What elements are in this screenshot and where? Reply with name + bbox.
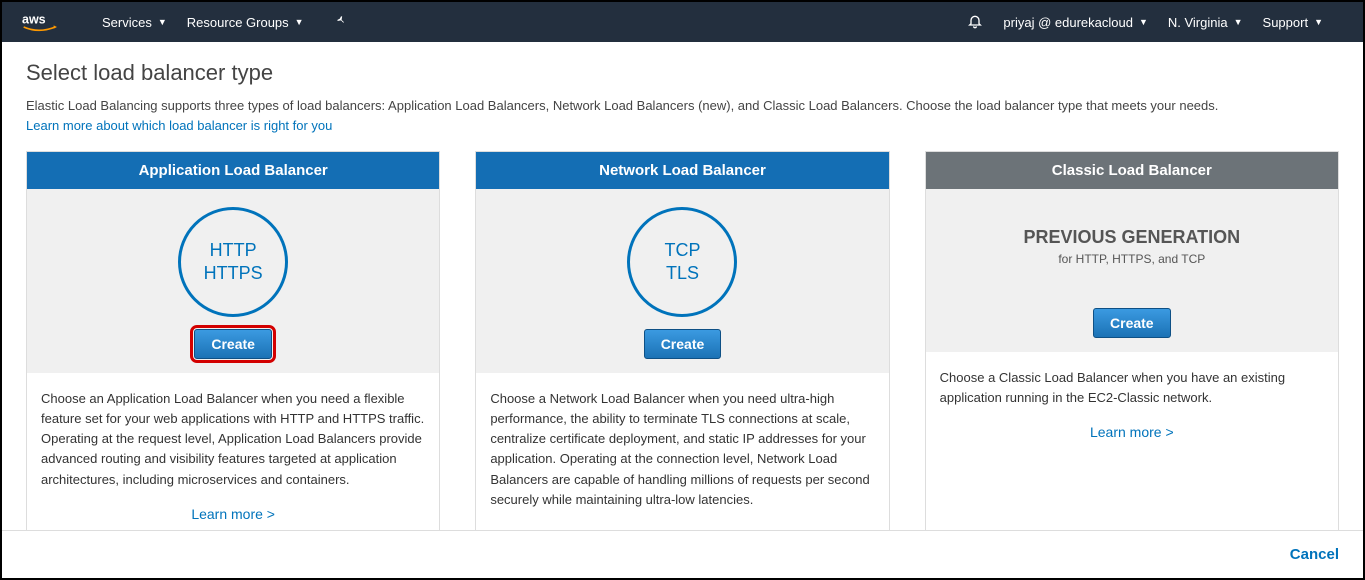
card-alb-header: Application Load Balancer	[27, 152, 439, 189]
bell-icon[interactable]	[967, 13, 983, 32]
svg-text:aws: aws	[22, 13, 46, 27]
card-nlb-upper: TCP TLS Create	[476, 189, 888, 373]
clb-prevgen-title: PREVIOUS GENERATION	[936, 227, 1328, 248]
nlb-circle-line1: TCP	[664, 239, 700, 262]
nav-account-label: priyaj @ edurekacloud	[1003, 15, 1133, 30]
top-nav: aws Services ▼ Resource Groups ▼ priyaj …	[2, 2, 1363, 42]
chevron-down-icon: ▼	[1314, 17, 1323, 27]
page-title: Select load balancer type	[26, 60, 1339, 86]
card-clb-lower: Choose a Classic Load Balancer when you …	[926, 352, 1338, 454]
create-nlb-button[interactable]: Create	[644, 329, 722, 359]
intro-text: Elastic Load Balancing supports three ty…	[26, 96, 1339, 135]
main-content: Select load balancer type Elastic Load B…	[2, 42, 1363, 532]
card-nlb: Network Load Balancer TCP TLS Create Cho…	[475, 151, 889, 532]
card-clb-header: Classic Load Balancer	[926, 152, 1338, 189]
nav-account[interactable]: priyaj @ edurekacloud ▼	[1003, 15, 1147, 30]
chevron-down-icon: ▼	[295, 17, 304, 27]
learn-more-right-lb-link[interactable]: Learn more about which load balancer is …	[26, 118, 332, 133]
chevron-down-icon: ▼	[1139, 17, 1148, 27]
create-alb-button[interactable]: Create	[194, 329, 272, 359]
chevron-down-icon: ▼	[158, 17, 167, 27]
clb-description: Choose a Classic Load Balancer when you …	[940, 368, 1324, 408]
intro-paragraph: Elastic Load Balancing supports three ty…	[26, 98, 1218, 113]
footer: Cancel	[2, 530, 1363, 578]
alb-circle-line1: HTTP	[210, 239, 257, 262]
nlb-protocol-circle-icon: TCP TLS	[627, 207, 737, 317]
chevron-down-icon: ▼	[1234, 17, 1243, 27]
cancel-button[interactable]: Cancel	[1290, 546, 1339, 563]
nav-resource-groups[interactable]: Resource Groups ▼	[187, 15, 304, 30]
nav-support[interactable]: Support ▼	[1263, 15, 1323, 30]
card-alb: Application Load Balancer HTTP HTTPS Cre…	[26, 151, 440, 532]
nlb-circle-line2: TLS	[666, 262, 699, 285]
cards-row: Application Load Balancer HTTP HTTPS Cre…	[26, 151, 1339, 532]
alb-description: Choose an Application Load Balancer when…	[41, 389, 425, 490]
nav-services-label: Services	[102, 15, 152, 30]
nav-support-label: Support	[1263, 15, 1309, 30]
nav-region-label: N. Virginia	[1168, 15, 1228, 30]
nav-resource-groups-label: Resource Groups	[187, 15, 289, 30]
clb-prevgen-sub: for HTTP, HTTPS, and TCP	[936, 252, 1328, 266]
card-alb-lower: Choose an Application Load Balancer when…	[27, 373, 439, 532]
nav-region[interactable]: N. Virginia ▼	[1168, 15, 1243, 30]
alb-circle-line2: HTTPS	[204, 262, 263, 285]
card-nlb-lower: Choose a Network Load Balancer when you …	[476, 373, 888, 520]
card-clb-upper: PREVIOUS GENERATION for HTTP, HTTPS, and…	[926, 189, 1338, 352]
alb-learn-more-link[interactable]: Learn more >	[41, 504, 425, 526]
alb-protocol-circle-icon: HTTP HTTPS	[178, 207, 288, 317]
pin-icon[interactable]	[334, 14, 348, 31]
aws-logo[interactable]: aws	[22, 12, 72, 32]
create-clb-button[interactable]: Create	[1093, 308, 1171, 338]
nav-services[interactable]: Services ▼	[102, 15, 167, 30]
nlb-description: Choose a Network Load Balancer when you …	[490, 389, 874, 510]
card-alb-upper: HTTP HTTPS Create	[27, 189, 439, 373]
card-nlb-header: Network Load Balancer	[476, 152, 888, 189]
card-clb: Classic Load Balancer PREVIOUS GENERATIO…	[925, 151, 1339, 532]
clb-learn-more-link[interactable]: Learn more >	[940, 422, 1324, 444]
